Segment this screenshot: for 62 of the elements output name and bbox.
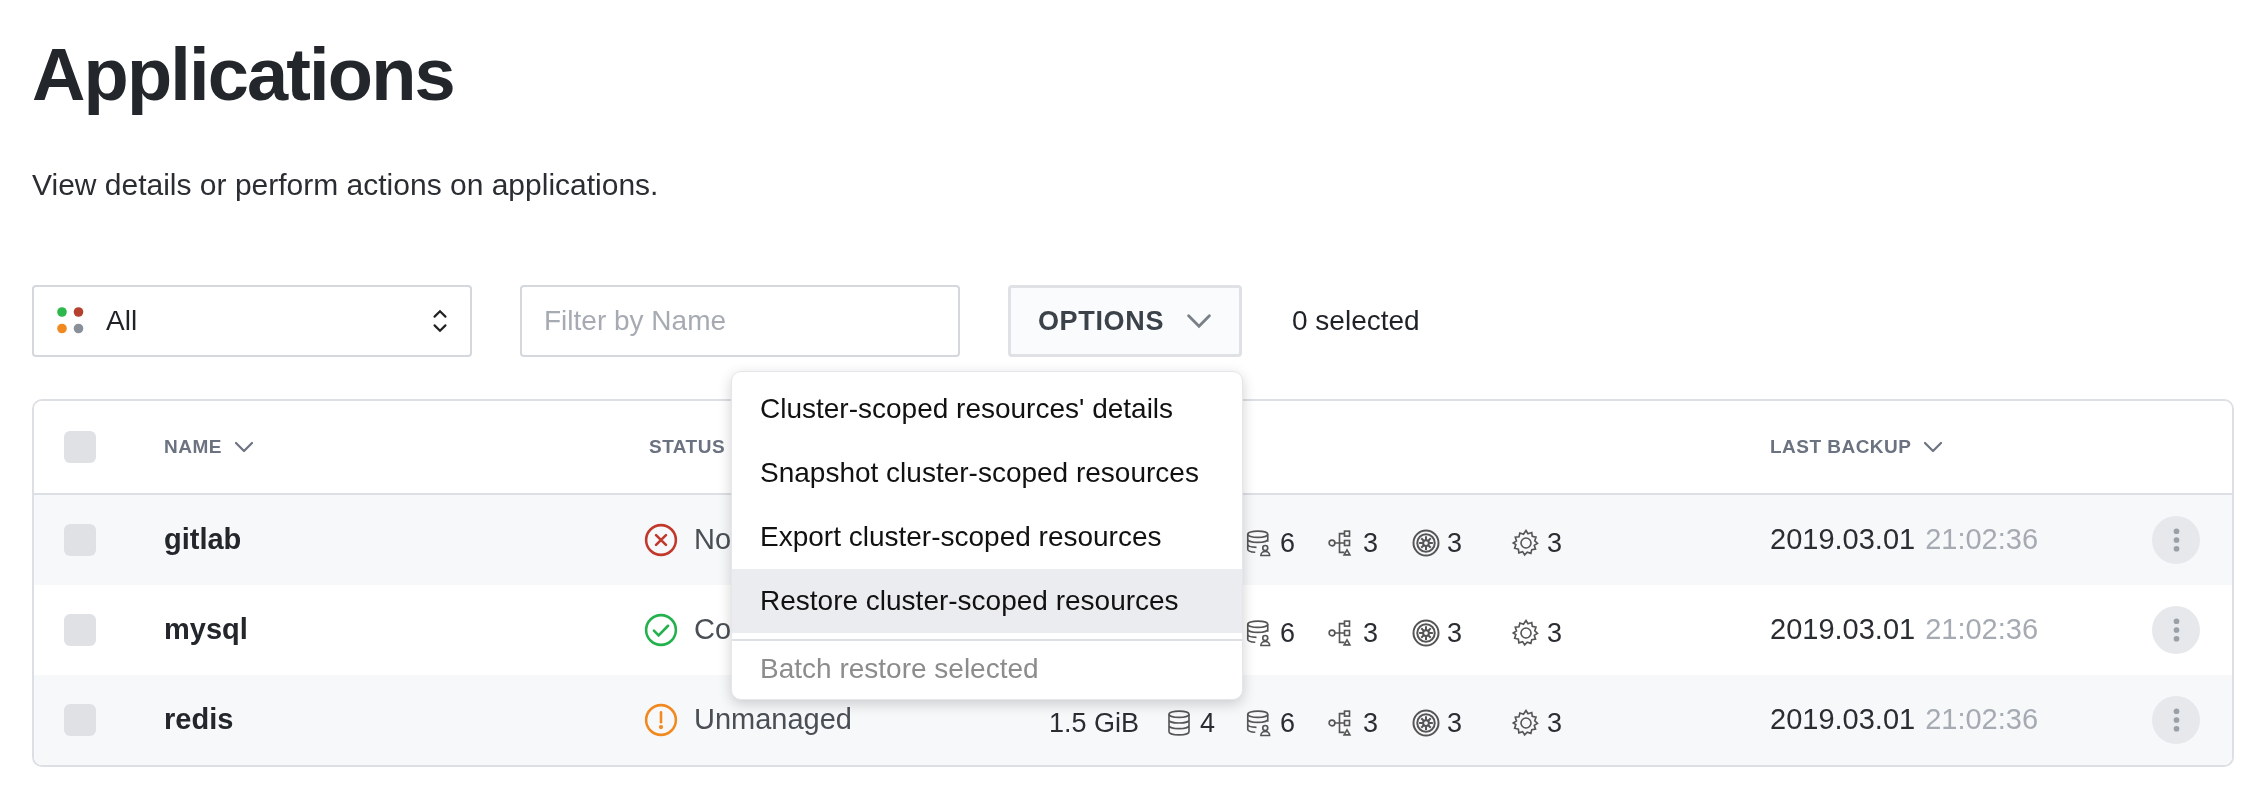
metric-count: 3: [1447, 617, 1463, 650]
metric-count: 4: [1200, 707, 1216, 740]
chevron-down-icon: [1186, 313, 1213, 329]
backup-date: 2019.03.01: [1770, 612, 1916, 648]
more-button[interactable]: [2152, 606, 2200, 654]
error-icon: [644, 523, 678, 557]
check-circle-icon: [644, 613, 678, 647]
size-text: 1.5 GiB: [1049, 707, 1140, 740]
backup-date: 2019.03.01: [1770, 522, 1916, 558]
warning-icon: [644, 703, 678, 737]
page-subtitle: View details or perform actions on applications.: [32, 167, 659, 203]
gear-icon: [1511, 708, 1541, 739]
gear-icon: [1511, 618, 1541, 649]
app-name[interactable]: mysql: [164, 613, 248, 646]
metric-count: 3: [1363, 527, 1379, 560]
metric-count: 6: [1280, 707, 1296, 740]
more-button[interactable]: [2152, 516, 2200, 564]
kebab-icon: [2172, 618, 2180, 642]
more-button[interactable]: [2152, 696, 2200, 744]
metric-count: 6: [1280, 617, 1296, 650]
status-text: No: [694, 522, 732, 558]
menu-item[interactable]: Export cluster-scoped resources: [732, 505, 1242, 569]
helm-icon: [1411, 618, 1441, 649]
helm-icon: [1411, 708, 1441, 739]
checkbox[interactable]: [64, 524, 96, 556]
kebab-icon: [2172, 528, 2180, 552]
up-down-chevron-icon: [432, 309, 448, 333]
colored-dots-icon: [56, 306, 86, 336]
metric-count: 3: [1547, 527, 1563, 560]
status-text: Co: [694, 612, 732, 648]
metric-count: 3: [1363, 707, 1379, 740]
column-header: STATUS: [649, 434, 726, 459]
backup-time: 21:02:36: [1925, 522, 2039, 558]
selected-count: 0 selected: [1292, 304, 1420, 338]
metric-count: 3: [1547, 617, 1563, 650]
metric-count: 3: [1447, 707, 1463, 740]
backup-date: 2019.03.01: [1770, 702, 1916, 738]
metric-count: 3: [1547, 707, 1563, 740]
metric-count: 6: [1280, 527, 1296, 560]
helm-icon: [1411, 528, 1441, 559]
column-header[interactable]: LAST BACKUP: [1770, 432, 1944, 462]
column-header[interactable]: NAME: [164, 432, 254, 462]
app-name[interactable]: redis: [164, 703, 234, 736]
checkbox[interactable]: [64, 614, 96, 646]
backup-time: 21:02:36: [1925, 612, 2039, 648]
menu-item[interactable]: Restore cluster-scoped resources: [732, 569, 1242, 633]
chevron-down-icon: [233, 441, 254, 453]
kebab-icon: [2172, 708, 2180, 732]
app-name[interactable]: gitlab: [164, 523, 242, 556]
filter-select[interactable]: All: [32, 285, 472, 357]
search-field[interactable]: Filter by Name: [520, 285, 960, 357]
chevron-down-icon: [1923, 441, 1944, 453]
checkbox[interactable]: [64, 704, 96, 736]
status-text: Unmanaged: [694, 702, 852, 738]
metric-count: 3: [1363, 617, 1379, 650]
metric-count: 3: [1447, 527, 1463, 560]
checkbox[interactable]: [64, 431, 96, 463]
menu-item[interactable]: Snapshot cluster-scoped resources: [732, 441, 1242, 505]
backup-time: 21:02:36: [1925, 702, 2039, 738]
menu-item[interactable]: Cluster-scoped resources' details: [732, 377, 1242, 441]
options-button[interactable]: OPTIONS: [1008, 285, 1242, 357]
gear-icon: [1511, 528, 1541, 559]
